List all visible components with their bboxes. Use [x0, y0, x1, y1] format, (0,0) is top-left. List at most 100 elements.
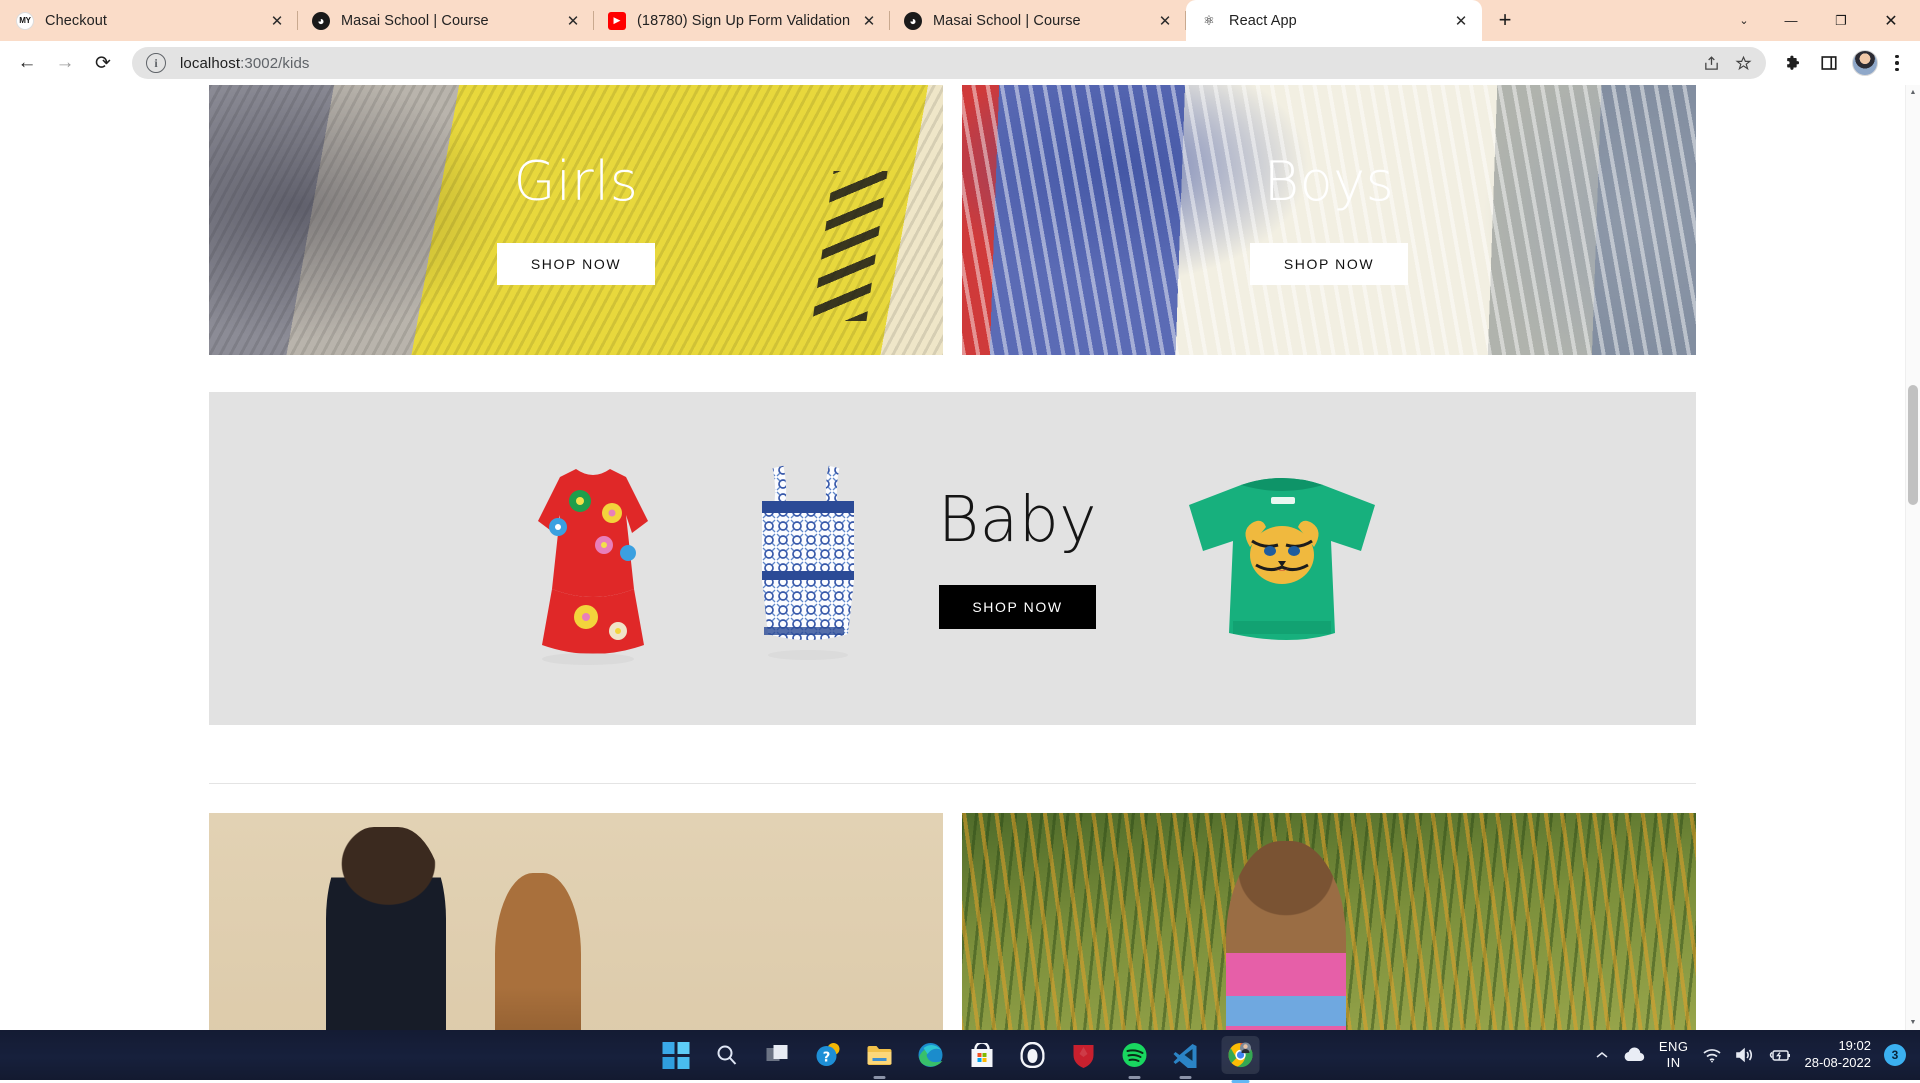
profile-avatar[interactable] — [1852, 50, 1878, 76]
scrollbar-thumb[interactable] — [1908, 385, 1918, 505]
share-icon[interactable] — [1696, 48, 1726, 78]
language-line-2: IN — [1667, 1055, 1681, 1071]
arc-browser-icon[interactable] — [1018, 1040, 1048, 1070]
hero-card-boys[interactable]: Boys SHOP NOW — [962, 85, 1696, 355]
tab-sign-up-form-validation[interactable]: ▶ (18780) Sign Up Form Validation ✕ — [594, 0, 890, 41]
google-chrome-icon[interactable] — [1222, 1036, 1260, 1074]
baby-cta-group: Baby SHOP NOW — [938, 488, 1097, 629]
tab-close-button[interactable]: ✕ — [560, 8, 586, 34]
browser-window: MY Checkout ✕ ◕ Masai School | Course ✕ … — [0, 0, 1920, 1030]
bookmark-star-icon[interactable] — [1728, 48, 1758, 78]
search-icon[interactable] — [712, 1040, 742, 1070]
youtube-icon: ▶ — [608, 12, 626, 30]
volume-icon[interactable] — [1735, 1047, 1755, 1063]
url-text: localhost:3002/kids — [180, 55, 310, 72]
window-controls: ⌄ — ❐ ✕ — [1724, 0, 1920, 41]
file-explorer-icon[interactable] — [865, 1040, 895, 1070]
tab-title: (18780) Sign Up Form Validation — [637, 13, 852, 29]
kids-landing-page: Girls SHOP NOW Boys SHOP NOW — [0, 85, 1905, 1030]
microsoft-store-icon[interactable] — [967, 1040, 997, 1070]
vscode-icon[interactable] — [1171, 1040, 1201, 1070]
taskbar-running-indicator — [1129, 1076, 1141, 1079]
side-panel-icon[interactable] — [1812, 46, 1846, 80]
microsoft-edge-icon[interactable] — [916, 1040, 946, 1070]
taskbar-apps: ? — [661, 1030, 1260, 1080]
tab-react-app[interactable]: ⚛ React App ✕ — [1186, 0, 1482, 41]
task-view-icon[interactable] — [763, 1040, 793, 1070]
forward-button[interactable]: → — [46, 44, 84, 82]
tab-strip: MY Checkout ✕ ◕ Masai School | Course ✕ … — [0, 0, 1920, 41]
hero-title: Boys — [1264, 155, 1395, 209]
battery-charging-icon[interactable] — [1768, 1047, 1792, 1063]
tab-title: Masai School | Course — [933, 13, 1148, 29]
tab-close-button[interactable]: ✕ — [264, 8, 290, 34]
onedrive-cloud-icon[interactable] — [1622, 1047, 1646, 1063]
address-bar[interactable]: i localhost:3002/kids — [132, 47, 1766, 79]
tray-overflow-chevron-icon[interactable] — [1595, 1048, 1609, 1062]
maximize-button[interactable]: ❐ — [1818, 0, 1864, 41]
tab-close-button[interactable]: ✕ — [1152, 8, 1178, 34]
bottom-image-row — [209, 813, 1696, 1030]
browser-menu-button[interactable] — [1884, 46, 1910, 80]
system-tray: ENG IN 19:02 28-08-2022 — [1595, 1038, 1920, 1072]
tab-masai-school-course-2[interactable]: ◕ Masai School | Course ✕ — [890, 0, 1186, 41]
chevron-down-icon[interactable]: ⌄ — [1724, 0, 1764, 41]
product-green-tiger-sweatshirt[interactable] — [1167, 459, 1397, 659]
windows-logo-icon — [662, 1042, 689, 1069]
clock[interactable]: 19:02 28-08-2022 — [1805, 1038, 1872, 1072]
tab-checkout[interactable]: MY Checkout ✕ — [2, 0, 298, 41]
url-path: :3002/kids — [240, 55, 309, 72]
clock-time: 19:02 — [1838, 1038, 1871, 1055]
back-button[interactable]: ← — [8, 44, 46, 82]
taskbar-running-indicator — [874, 1076, 886, 1079]
product-red-flower-dress[interactable] — [508, 449, 678, 669]
svg-text:?: ? — [823, 1051, 831, 1066]
site-info-icon[interactable]: i — [146, 53, 166, 73]
taskbar-running-indicator — [1180, 1076, 1192, 1079]
baby-banner: Baby SHOP NOW — [209, 392, 1696, 725]
close-window-button[interactable]: ✕ — [1868, 0, 1914, 41]
baby-title: Baby — [938, 488, 1097, 551]
language-line-1: ENG — [1659, 1039, 1689, 1055]
section-divider — [209, 783, 1696, 784]
start-button[interactable] — [661, 1040, 691, 1070]
wifi-icon[interactable] — [1702, 1047, 1722, 1063]
notification-badge[interactable]: 3 — [1884, 1044, 1906, 1066]
minimize-button[interactable]: — — [1768, 0, 1814, 41]
new-tab-button[interactable]: + — [1488, 3, 1522, 37]
widgets-icon[interactable]: ? — [814, 1040, 844, 1070]
spotify-icon[interactable] — [1120, 1040, 1150, 1070]
windows-taskbar: ? — [0, 1030, 1920, 1080]
promo-image-two-girls-studio[interactable] — [209, 813, 943, 1030]
shop-now-button-baby[interactable]: SHOP NOW — [939, 585, 1095, 629]
shop-now-button-girls[interactable]: SHOP NOW — [497, 243, 655, 285]
masai-globe-icon: ◕ — [312, 12, 330, 30]
omnibox-actions — [1696, 48, 1758, 78]
tab-title: React App — [1229, 13, 1444, 29]
clock-date: 28-08-2022 — [1805, 1055, 1872, 1072]
tab-title: Masai School | Course — [341, 13, 556, 29]
hero-card-girls[interactable]: Girls SHOP NOW — [209, 85, 943, 355]
page-viewport: Girls SHOP NOW Boys SHOP NOW — [0, 85, 1920, 1030]
mcafee-icon[interactable] — [1069, 1040, 1099, 1070]
language-indicator[interactable]: ENG IN — [1659, 1039, 1689, 1072]
promo-image-girl-in-field[interactable] — [962, 813, 1696, 1030]
react-icon: ⚛ — [1200, 12, 1218, 30]
hero-row: Girls SHOP NOW Boys SHOP NOW — [209, 85, 1696, 355]
scroll-up-arrow[interactable]: ▲ — [1906, 85, 1920, 100]
extensions-icon[interactable] — [1776, 46, 1810, 80]
tab-close-button[interactable]: ✕ — [1448, 8, 1474, 34]
my-logo-icon: MY — [16, 12, 34, 30]
product-blue-print-romper[interactable] — [748, 449, 868, 669]
page-scrollbar[interactable]: ▲ ▼ — [1905, 85, 1920, 1030]
tab-title: Checkout — [45, 13, 260, 29]
tab-close-button[interactable]: ✕ — [856, 8, 882, 34]
masai-globe-icon: ◕ — [904, 12, 922, 30]
shop-now-button-boys[interactable]: SHOP NOW — [1250, 243, 1408, 285]
url-host: localhost — [180, 55, 240, 72]
scroll-down-arrow[interactable]: ▼ — [1906, 1015, 1920, 1030]
reload-button[interactable]: ⟳ — [84, 44, 122, 82]
tab-masai-school-course-1[interactable]: ◕ Masai School | Course ✕ — [298, 0, 594, 41]
hero-title: Girls — [514, 155, 639, 209]
browser-toolbar: ← → ⟳ i localhost:3002/kids — [0, 41, 1920, 85]
